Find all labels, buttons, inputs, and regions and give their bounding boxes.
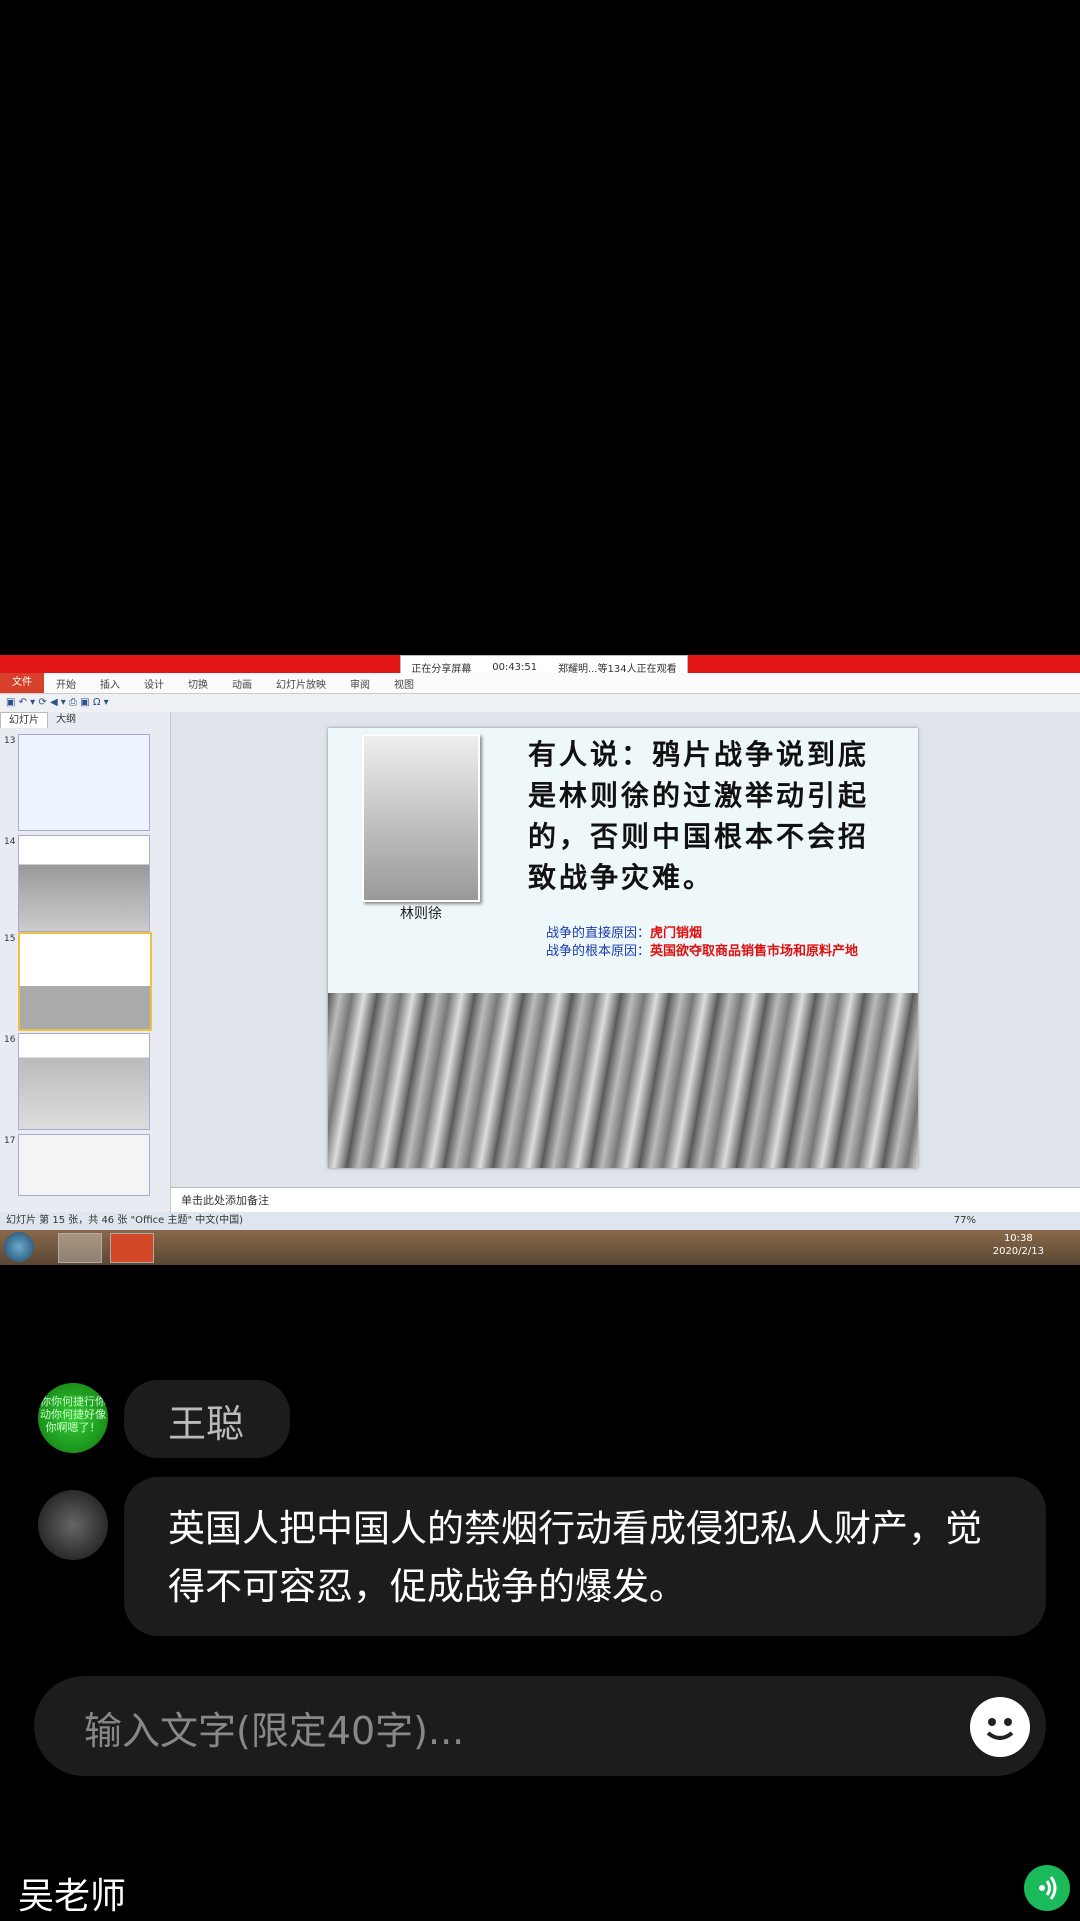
tab-animations[interactable]: 动画: [220, 676, 264, 691]
root-cause: 战争的根本原因：英国欲夺取商品销售市场和原料产地: [546, 940, 896, 959]
tab-design[interactable]: 设计: [132, 676, 176, 691]
current-slide[interactable]: 林则徐 有人说：鸦片战争说到底是林则徐的过激举动引起的，否则中国根本不会招致战争…: [328, 728, 918, 1168]
slide-thumbnail[interactable]: [18, 1134, 150, 1196]
host-name: 吴老师: [18, 1876, 127, 1917]
slide-thumbnail-panel: 幻灯片 大纲 13 14 15 16 17: [0, 712, 171, 1212]
speaker-icon[interactable]: [1024, 1865, 1070, 1911]
direct-cause-label: 战争的直接原因：: [546, 926, 651, 941]
thumb-number: 15: [4, 934, 16, 944]
thumb-number: 17: [4, 1136, 16, 1146]
stone-relief-image: [328, 993, 918, 1168]
tab-view[interactable]: 视图: [382, 676, 426, 691]
direct-cause: 战争的直接原因：虎门销烟: [546, 922, 702, 941]
direct-cause-value: 虎门销烟: [650, 926, 703, 941]
tab-transitions[interactable]: 切换: [176, 676, 220, 691]
clock-date: 2020/2/13: [992, 1246, 1044, 1257]
tab-outline[interactable]: 大纲: [48, 712, 84, 728]
powerpoint-icon[interactable]: [110, 1233, 154, 1263]
status-bar: 幻灯片 第 15 张，共 46 张 "Office 主题" 中文(中国) 77%: [0, 1212, 1080, 1230]
tray-clock: 10:38 2020/2/13: [993, 1232, 1044, 1258]
thumb-number: 13: [4, 736, 16, 746]
slide-quote: 有人说：鸦片战争说到底是林则徐的过激举动引起的，否则中国根本不会招致战争灾难。: [528, 738, 870, 894]
ribbon-tabs: 文件 开始 插入 设计 切换 动画 幻灯片放映 审阅 视图: [0, 673, 1080, 694]
share-timer: 00:43:51: [492, 661, 538, 673]
thumb-number: 14: [4, 837, 16, 847]
zoom-level[interactable]: 77%: [954, 1212, 976, 1230]
panel-tabs: 幻灯片 大纲: [0, 712, 170, 728]
clock-time: 10:38: [1003, 1233, 1033, 1244]
emoji-icon[interactable]: [970, 1697, 1030, 1757]
root-cause-value: 英国欲夺取商品销售市场和原料产地: [650, 944, 859, 959]
chat-message-text: 英国人把中国人的禁烟行动看成侵犯私人财产，觉得不可容忍，促成战争的爆发。: [168, 1507, 982, 1608]
tab-home[interactable]: 开始: [44, 676, 88, 691]
slide-thumbnail-selected[interactable]: [18, 932, 152, 1031]
notes-pane[interactable]: 单击此处添加备注: [171, 1187, 1080, 1213]
tab-insert[interactable]: 插入: [88, 676, 132, 691]
thumb-number: 16: [4, 1035, 16, 1045]
portrait-caption: 林则徐: [400, 906, 442, 922]
shared-screen: 正在分享屏幕 00:43:51 郑耀明...等134人正在观看 文件 开始 插入…: [0, 655, 1080, 1265]
tab-file[interactable]: 文件: [0, 673, 44, 693]
lin-zexu-portrait: [362, 734, 480, 902]
status-text: 幻灯片 第 15 张，共 46 张 "Office 主题" 中文(中国): [6, 1215, 244, 1226]
slide-thumbnail[interactable]: [18, 734, 150, 831]
slide-thumbnail[interactable]: [18, 835, 150, 932]
tab-review[interactable]: 审阅: [338, 676, 382, 691]
taskbar-app-icon[interactable]: [58, 1233, 102, 1263]
tab-slideshow[interactable]: 幻灯片放映: [264, 676, 338, 691]
slide-editor: 林则徐 有人说：鸦片战争说到底是林则徐的过激举动引起的，否则中国根本不会招致战争…: [171, 712, 1080, 1212]
chat-message-text: 王聪: [168, 1402, 245, 1446]
slide-thumbnail[interactable]: [18, 1033, 150, 1130]
quick-access-toolbar[interactable]: ▣ ↶ ▾ ⟳ ◀ ▾ ⎙ ▣ Ω ▾: [0, 694, 1080, 712]
root-cause-label: 战争的根本原因：: [546, 944, 651, 959]
tab-slides[interactable]: 幻灯片: [0, 712, 48, 728]
avatar[interactable]: [38, 1490, 108, 1560]
start-button[interactable]: [4, 1232, 34, 1262]
avatar[interactable]: 你你何捷行你动你何捷好像你啊嗯了！: [38, 1383, 108, 1453]
input-placeholder: 输入文字(限定40字)...: [84, 1709, 465, 1753]
windows-taskbar: 10:38 2020/2/13: [0, 1230, 1080, 1265]
